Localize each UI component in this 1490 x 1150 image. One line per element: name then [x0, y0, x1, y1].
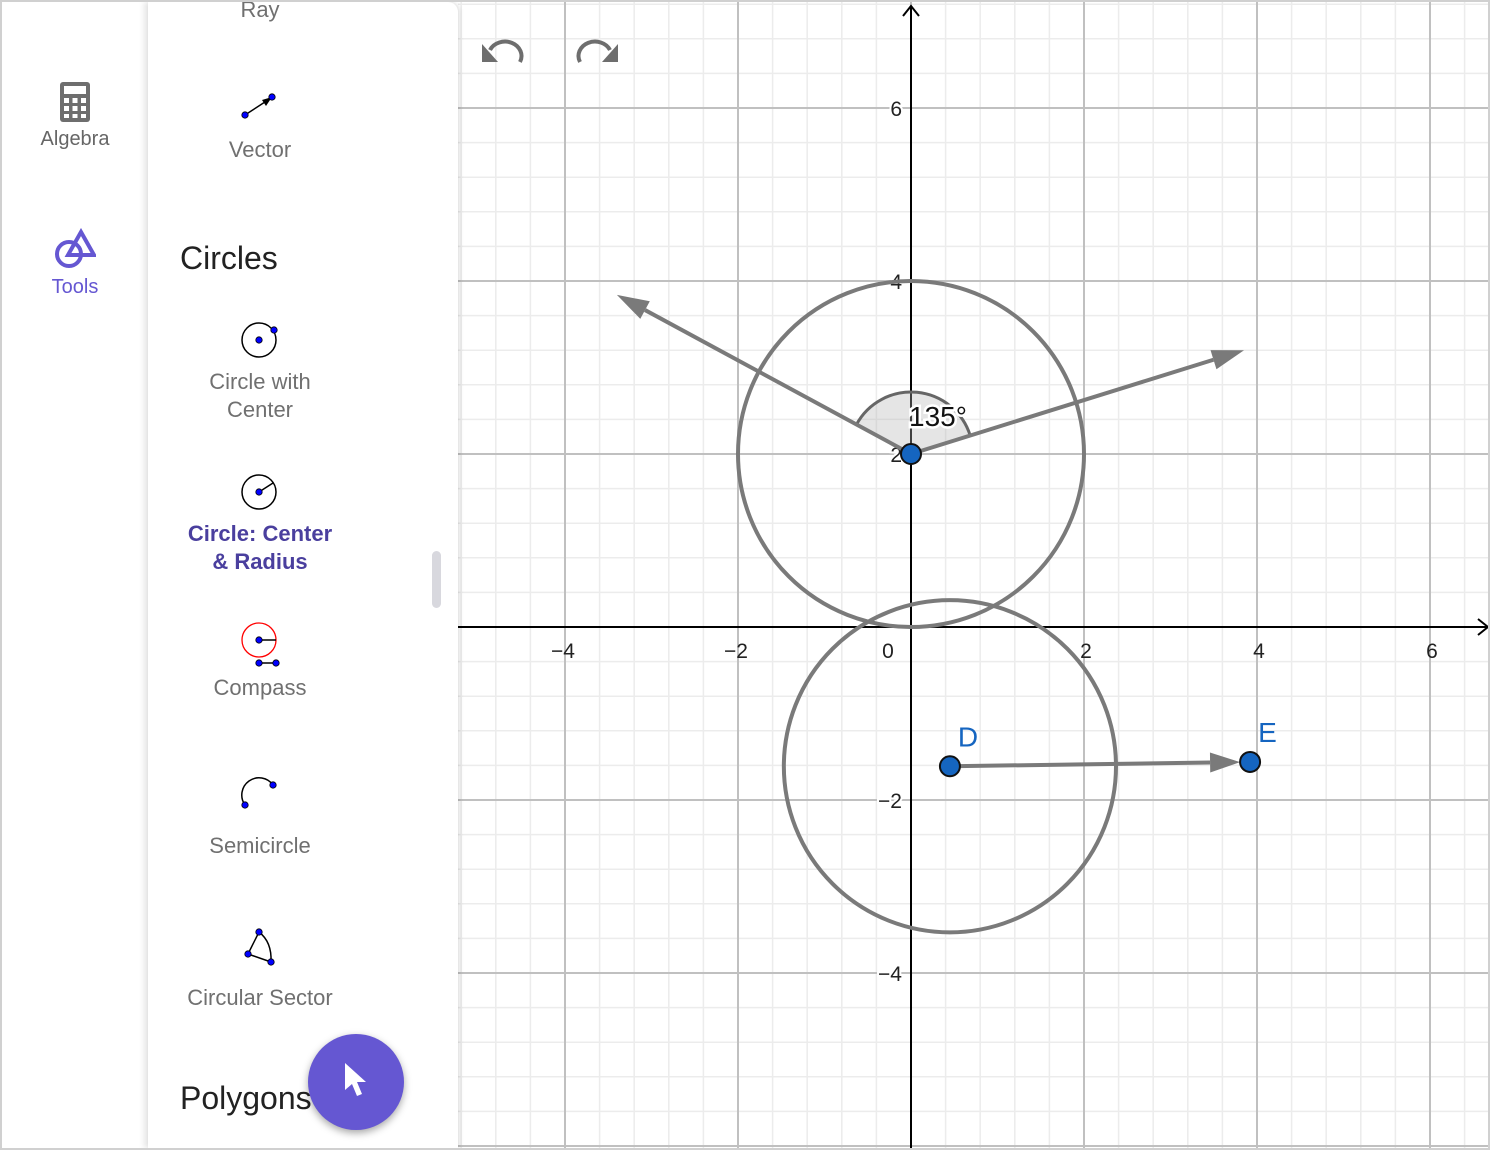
tool-vector[interactable]: Vector — [148, 90, 372, 164]
tool-label: Ray — [240, 2, 280, 22]
x-tick-label: 6 — [1426, 640, 1438, 663]
undo-button[interactable] — [480, 38, 524, 69]
circle-with-center-icon — [148, 320, 372, 360]
point-e-label: E — [1258, 717, 1277, 748]
graphics-view[interactable]: −4 −2 0 2 4 6 6 4 2 −2 −4 135° D E — [458, 2, 1490, 1148]
x-tick-label: 4 — [1253, 640, 1265, 663]
tools-scrollbar[interactable] — [432, 551, 441, 608]
tool-label: Circle with Center — [209, 369, 311, 422]
y-tick-label: −4 — [878, 963, 902, 986]
section-title-polygons: Polygons — [180, 1080, 312, 1116]
tool-semicircle[interactable]: Semicircle — [148, 774, 372, 860]
pointer-cursor-icon — [341, 1060, 371, 1105]
tools-panel: Ray Vector Circles Circle with Center Ci… — [148, 2, 458, 1148]
grid-major — [458, 2, 1488, 1148]
tool-compass[interactable]: Compass — [148, 620, 372, 702]
semicircle-icon — [148, 774, 372, 814]
tool-circular-sector[interactable]: Circular Sector — [148, 926, 372, 1012]
undo-icon — [480, 39, 524, 68]
rail-item-label: Tools — [51, 276, 99, 298]
point-d[interactable] — [938, 755, 961, 778]
x-tick-label: 2 — [1080, 640, 1092, 663]
vector-left[interactable] — [644, 308, 912, 456]
tool-label: Circle: Center & Radius — [187, 521, 333, 574]
rail-item-tools[interactable]: Tools — [2, 228, 148, 299]
nav-rail: Algebra Tools — [2, 2, 148, 1148]
tool-label: Compass — [213, 675, 307, 700]
tool-label: Circular Sector — [187, 985, 333, 1010]
redo-icon — [576, 39, 620, 68]
tick-labels: −4 −2 0 2 4 6642−2−4 — [551, 96, 1438, 988]
section-title-circles: Circles — [180, 240, 278, 276]
vector-de-arrowhead — [1209, 752, 1241, 773]
compass-icon — [148, 620, 372, 670]
calculator-icon — [2, 82, 148, 122]
app-window: Algebra Tools Ray Vector Circles Circle … — [0, 0, 1490, 1150]
redo-button[interactable] — [576, 38, 620, 69]
circular-sector-icon — [148, 926, 372, 970]
tool-label: Semicircle — [209, 833, 311, 858]
angle-label: 135° — [909, 401, 967, 432]
rail-item-algebra[interactable]: Algebra — [2, 82, 148, 151]
move-tool-button[interactable] — [308, 1034, 404, 1130]
tool-circle-with-center[interactable]: Circle with Center — [148, 320, 372, 424]
vector-right-arrowhead — [1210, 350, 1245, 370]
rail-item-label: Algebra — [40, 128, 110, 150]
x-tick-label: −4 — [551, 640, 575, 663]
tool-circle-center-radius[interactable]: Circle: Center & Radius — [148, 472, 372, 576]
point-center[interactable] — [900, 443, 922, 465]
tool-ray[interactable]: Ray — [148, 2, 372, 24]
x-tick-label: −2 — [724, 640, 748, 663]
tool-label: Vector — [228, 137, 292, 162]
y-tick-label: 6 — [890, 98, 902, 121]
graph-canvas[interactable]: −4 −2 0 2 4 6642−2−4 135°D E — [458, 2, 1490, 1148]
vector-icon — [148, 90, 372, 120]
geometry-tools-icon — [2, 228, 148, 270]
point-e[interactable] — [1239, 750, 1262, 773]
y-tick-label: −2 — [878, 790, 902, 813]
circle-center-radius-icon — [148, 472, 372, 512]
grid-minor — [458, 2, 1488, 1148]
x-tick-label: 0 — [882, 640, 894, 663]
point-d-label: D — [958, 721, 978, 752]
